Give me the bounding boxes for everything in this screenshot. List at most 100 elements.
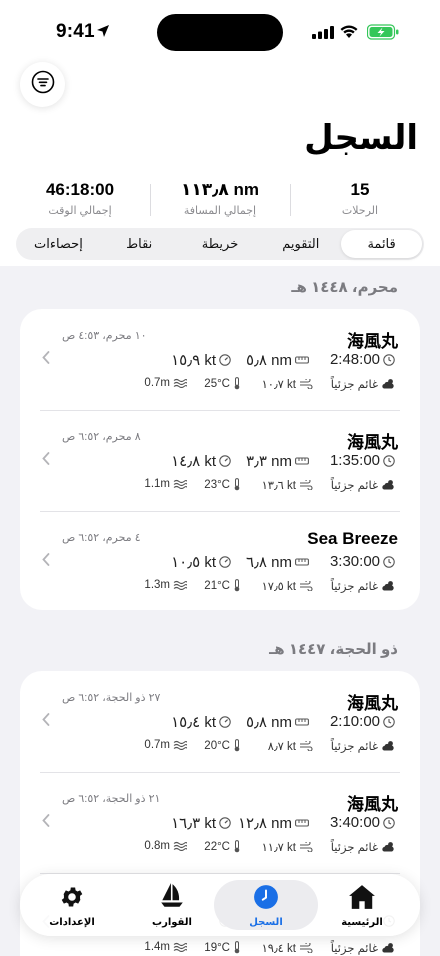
- partly-cloudy-icon: [381, 942, 395, 954]
- wind-icon: [299, 842, 313, 852]
- thermometer-icon: [233, 579, 241, 592]
- thermometer-icon: [233, 478, 241, 491]
- segment-map[interactable]: خريطة: [180, 230, 261, 258]
- trip-weather: غائم جزئياً: [331, 478, 398, 492]
- trip-wave-height: 0.8m: [144, 840, 190, 852]
- tab-settings[interactable]: الإعدادات: [26, 880, 118, 930]
- trip-speed: ١٦٫٣ kt: [171, 814, 234, 832]
- trip-weather: غائم جزئياً: [331, 941, 398, 955]
- trip-entry[interactable]: 海風丸 ٢١ ذو الحجة، ٦:٥٢ ص 3:40:00 ١٢٫٨ nm ١٦٫٣…: [20, 772, 420, 873]
- thermometer-icon: [233, 739, 241, 752]
- tab-boats[interactable]: القوارب: [126, 880, 218, 930]
- segment-calendar[interactable]: التقويم: [260, 230, 341, 258]
- trip-distance: ٥٫٨ nm: [246, 351, 312, 369]
- summary-stats: 46:18:00 إجمالي الوقت ١١٣٫٨ nm إجمالي ال…: [10, 178, 430, 222]
- boat-name: 海風丸: [347, 433, 398, 452]
- dynamic-island: [157, 14, 283, 51]
- sailboat-icon: [126, 882, 218, 915]
- wind-icon: [299, 480, 313, 490]
- trip-wave-height: 1.4m: [144, 941, 190, 953]
- clock-icon: [383, 454, 395, 467]
- trip-weather: غائم جزئياً: [331, 579, 398, 593]
- segment-list[interactable]: قائمة: [341, 230, 422, 258]
- gauge-icon: [219, 455, 231, 467]
- thermometer-icon: [233, 941, 241, 954]
- trip-temperature: 25°C: [204, 377, 244, 390]
- stat-label: الرحلات: [341, 205, 379, 217]
- trip-speed: ١٥٫٤ kt: [171, 713, 234, 731]
- cellular-signal-icon: [312, 26, 334, 44]
- trip-wind: ١٠٫٧ kt: [262, 377, 316, 391]
- status-bar: 9:41: [0, 0, 440, 60]
- trip-speed: ١٤٫٨ kt: [171, 452, 234, 470]
- gear-icon: [26, 884, 118, 915]
- boat-name: 海風丸: [347, 795, 398, 814]
- trip-weather: غائم جزئياً: [331, 739, 398, 753]
- tab-label: السجل: [249, 917, 283, 928]
- wave-icon: [173, 841, 187, 851]
- wave-icon: [173, 580, 187, 590]
- tab-log[interactable]: السجل: [214, 880, 318, 930]
- filter-button[interactable]: [20, 62, 65, 107]
- clock-icon: [383, 353, 395, 366]
- section-header: ذو الحجة، ١٤٤٧ هـ: [269, 641, 398, 658]
- trip-duration: 3:30:00: [330, 553, 398, 570]
- ruler-icon: [295, 456, 309, 466]
- segment-stats[interactable]: إحصاءات: [18, 230, 99, 258]
- clock-icon: [214, 884, 318, 915]
- tab-bar: الإعدادات القوارب السجل الرئيسية: [20, 874, 420, 936]
- gauge-icon: [219, 716, 231, 728]
- wave-icon: [173, 479, 187, 489]
- chevron-left-icon: [42, 553, 50, 571]
- trip-weather: غائم جزئياً: [331, 377, 398, 391]
- page-title: السجل: [304, 119, 418, 157]
- chevron-left-icon: [42, 713, 50, 731]
- trip-duration: 2:10:00: [330, 713, 398, 730]
- tab-home[interactable]: الرئيسية: [316, 880, 408, 930]
- trip-entry[interactable]: 海風丸 ٢٧ ذو الحجة، ٦:٥٢ ص 2:10:00 ٥٫٨ nm ١٥٫٤ …: [20, 671, 420, 772]
- wave-icon: [173, 942, 187, 952]
- segment-points[interactable]: نقاط: [99, 230, 180, 258]
- view-segmented-control: قائمة التقويم خريطة نقاط إحصاءات: [16, 228, 424, 260]
- boat-name: 海風丸: [347, 332, 398, 351]
- trip-card-group: 海風丸 ١٠ محرم، ٤:٥٣ ص 2:48:00 ٥٫٨ nm ١٥٫٩ kt غا…: [20, 309, 420, 610]
- trip-date: ٢١ ذو الحجة، ٦:٥٢ ص: [62, 793, 161, 805]
- boat-name: 海風丸: [347, 694, 398, 713]
- partly-cloudy-icon: [381, 841, 395, 853]
- ruler-icon: [295, 717, 309, 727]
- trip-entry[interactable]: Sea Breeze ٤ محرم، ٦:٥٢ ص 3:30:00 ٦٫٨ nm ١٠٫…: [20, 511, 420, 610]
- stat-total-time: 46:18:00 إجمالي الوقت: [10, 178, 150, 222]
- stat-label: إجمالي المسافة: [183, 205, 257, 217]
- chevron-left-icon: [42, 814, 50, 832]
- trip-duration: 2:48:00: [330, 351, 398, 368]
- ruler-icon: [295, 355, 309, 365]
- thermometer-icon: [233, 377, 241, 390]
- trip-entry[interactable]: 海風丸 ٨ محرم، ٦:٥٢ ص 1:35:00 ٣٫٣ nm ١٤٫٨ kt غائ…: [20, 410, 420, 511]
- chevron-left-icon: [42, 351, 50, 369]
- trip-wave-height: 0.7m: [144, 739, 190, 751]
- trip-wind: ١٣٫٦ kt: [262, 478, 316, 492]
- trip-duration: 1:35:00: [330, 452, 398, 469]
- clock-icon: [383, 555, 395, 568]
- thermometer-icon: [233, 840, 241, 853]
- trip-distance: ٦٫٨ nm: [246, 553, 312, 571]
- trip-wave-height: 0.7m: [144, 377, 190, 389]
- partly-cloudy-icon: [381, 479, 395, 491]
- location-arrow-icon: [96, 24, 110, 43]
- section-header: محرم، ١٤٤٨ هـ: [291, 279, 398, 296]
- trip-speed: ١٥٫٩ kt: [171, 351, 234, 369]
- wifi-icon: [339, 24, 359, 44]
- stat-value: ١١٣٫٨ nm: [180, 180, 260, 199]
- trip-wind: ١١٫٧ kt: [262, 840, 316, 854]
- trip-wind: ٨٫٧ kt: [268, 739, 316, 753]
- trip-entry[interactable]: 海風丸 ١٠ محرم، ٤:٥٣ ص 2:48:00 ٥٫٨ nm ١٥٫٩ kt غا…: [20, 309, 420, 410]
- trip-wind: ١٧٫٥ kt: [262, 579, 316, 593]
- wave-icon: [173, 378, 187, 388]
- trip-temperature: 22°C: [204, 840, 244, 853]
- trip-temperature: 20°C: [204, 739, 244, 752]
- trip-weather: غائم جزئياً: [331, 840, 398, 854]
- ruler-icon: [295, 818, 309, 828]
- stat-value: 15: [350, 180, 370, 199]
- partly-cloudy-icon: [381, 740, 395, 752]
- trip-distance: ١٢٫٨ nm: [238, 814, 312, 832]
